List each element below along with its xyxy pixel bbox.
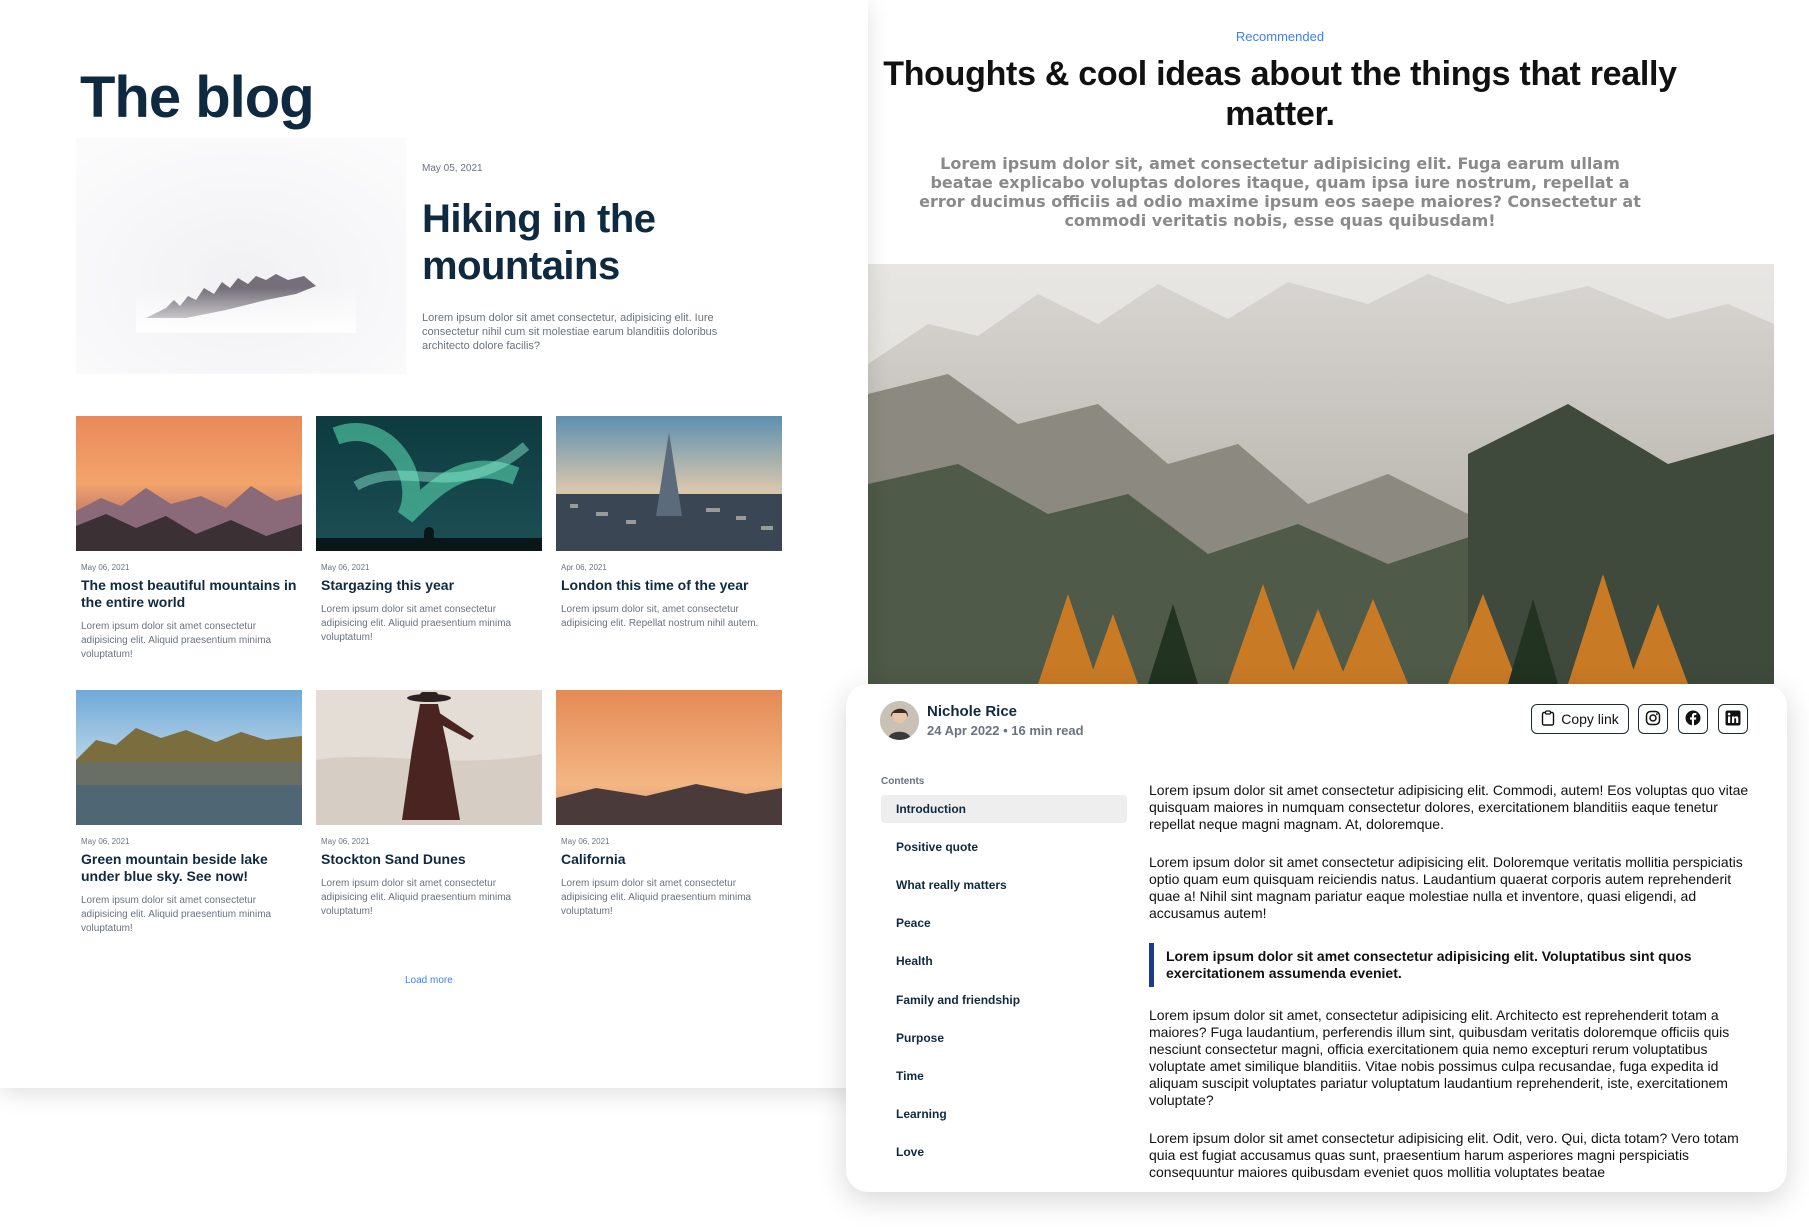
toc-item-family-and-friendship[interactable]: Family and friendship <box>881 986 1127 1014</box>
article-meta: 24 Apr 2022 • 16 min read <box>927 723 1084 738</box>
post-title[interactable]: Stargazing this year <box>316 577 542 594</box>
toc-item-love[interactable]: Love <box>881 1138 1127 1166</box>
post-excerpt: Lorem ipsum dolor sit amet consectetur a… <box>321 604 512 643</box>
toc-item-health[interactable]: Health <box>881 947 1127 975</box>
post-excerpt: Lorem ipsum dolor sit, amet consectetur … <box>561 604 759 629</box>
article-quote: Lorem ipsum dolor sit amet consectetur a… <box>1149 943 1759 987</box>
toc-item-positive-quote[interactable]: Positive quote <box>881 833 1127 861</box>
blog-title: The blog <box>80 65 315 130</box>
post-excerpt: Lorem ipsum dolor sit amet consectetur a… <box>321 878 512 917</box>
featured-post-excerpt: Lorem ipsum dolor sit amet consectetur, … <box>422 312 718 352</box>
post-excerpt: Lorem ipsum dolor sit amet consectetur a… <box>561 878 752 917</box>
post-title[interactable]: Green mountain beside lake under blue sk… <box>76 851 302 885</box>
copy-link-button[interactable]: Copy link <box>1531 704 1629 734</box>
post-thumbnail-aurora[interactable] <box>316 416 542 551</box>
article-paragraph: Lorem ipsum dolor sit amet consectetur a… <box>1149 782 1749 832</box>
post-thumbnail-london[interactable] <box>556 416 782 551</box>
share-linkedin-button[interactable] <box>1718 704 1748 734</box>
author-name[interactable]: Nichole Rice <box>927 703 1017 720</box>
post-thumbnail-lake[interactable] <box>76 690 302 825</box>
facebook-icon <box>1685 710 1701 729</box>
share-instagram-button[interactable] <box>1638 704 1668 734</box>
toc-item-what-really-matters[interactable]: What really matters <box>881 871 1127 899</box>
post-title[interactable]: London this time of the year <box>556 577 782 594</box>
featured-post-image[interactable] <box>76 138 406 374</box>
post-thumbnail-sunset-mountains[interactable] <box>76 416 302 551</box>
post-card[interactable]: May 06, 2021 Stargazing this year Lorem … <box>316 416 542 645</box>
contents-label: Contents <box>881 776 925 787</box>
post-card[interactable]: May 06, 2021 Stockton Sand Dunes Lorem i… <box>316 690 542 919</box>
article-paragraph: Lorem ipsum dolor sit amet, consectetur … <box>1149 1007 1730 1108</box>
toc-item-time[interactable]: Time <box>881 1062 1127 1090</box>
toc-item-introduction[interactable]: Introduction <box>881 795 1127 823</box>
load-more-link[interactable]: Load more <box>405 975 453 986</box>
article-paragraph: Lorem ipsum dolor sit amet consectetur a… <box>1149 1130 1739 1180</box>
article-paragraph: Lorem ipsum dolor sit amet consectetur a… <box>1149 854 1743 921</box>
post-card[interactable]: May 06, 2021 California Lorem ipsum dolo… <box>556 690 782 919</box>
article-body: Lorem ipsum dolor sit amet consectetur a… <box>1149 782 1759 1192</box>
article-lead: Lorem ipsum dolor sit, amet consectetur … <box>919 154 1641 230</box>
featured-post-title[interactable]: Hiking in the mountains <box>422 196 722 290</box>
post-title[interactable]: Stockton Sand Dunes <box>316 851 542 868</box>
article-heading: Thoughts & cool ideas about the things t… <box>883 55 1677 133</box>
article-detail-card: Nichole Rice 24 Apr 2022 • 16 min read C… <box>846 684 1787 1192</box>
post-card[interactable]: May 06, 2021 Green mountain beside lake … <box>76 690 302 936</box>
toc-item-purpose[interactable]: Purpose <box>881 1024 1127 1052</box>
toc-item-learning[interactable]: Learning <box>881 1100 1127 1128</box>
recommended-label: Recommended <box>1235 29 1325 44</box>
post-date: May 06, 2021 <box>81 563 130 572</box>
post-date: Apr 06, 2021 <box>561 563 607 572</box>
post-thumbnail-california[interactable] <box>556 690 782 825</box>
clipboard-icon <box>1541 709 1555 729</box>
toc-item-peace[interactable]: Peace <box>881 909 1127 937</box>
post-date: May 06, 2021 <box>561 837 610 846</box>
post-date: May 06, 2021 <box>321 563 370 572</box>
post-card[interactable]: May 06, 2021 The most beautiful mountain… <box>76 416 302 662</box>
post-title[interactable]: California <box>556 851 782 868</box>
post-excerpt: Lorem ipsum dolor sit amet consectetur a… <box>81 621 272 660</box>
post-thumbnail-sand-dunes[interactable] <box>316 690 542 825</box>
blog-listing-panel: The blog May 05, 2021 Hiking in the moun… <box>0 0 868 1088</box>
featured-post-date: May 05, 2021 <box>422 163 483 174</box>
linkedin-icon <box>1725 710 1741 729</box>
copy-link-label: Copy link <box>1561 711 1619 727</box>
post-date: May 06, 2021 <box>81 837 130 846</box>
post-card[interactable]: Apr 06, 2021 London this time of the yea… <box>556 416 782 631</box>
article-hero-image <box>868 264 1774 684</box>
post-date: May 06, 2021 <box>321 837 370 846</box>
author-avatar[interactable] <box>880 701 919 740</box>
post-excerpt: Lorem ipsum dolor sit amet consectetur a… <box>81 895 272 934</box>
share-facebook-button[interactable] <box>1678 704 1708 734</box>
instagram-icon <box>1645 710 1661 729</box>
post-title[interactable]: The most beautiful mountains in the enti… <box>76 577 302 611</box>
